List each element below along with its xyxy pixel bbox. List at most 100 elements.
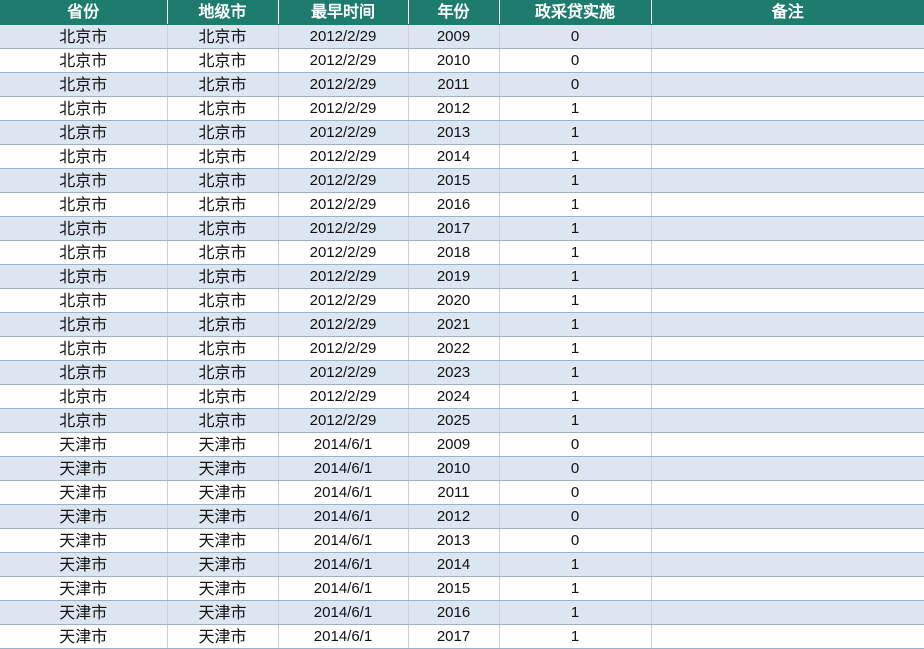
column-header-implementation[interactable]: 政采贷实施 — [499, 0, 652, 25]
cell-notes[interactable] — [651, 72, 924, 97]
cell-notes[interactable] — [651, 168, 924, 193]
cell-year[interactable]: 2015 — [408, 576, 500, 601]
cell-implementation[interactable]: 1 — [499, 96, 652, 121]
cell-implementation[interactable]: 1 — [499, 120, 652, 145]
cell-earliest-time[interactable]: 2014/6/1 — [278, 600, 409, 625]
cell-city[interactable]: 天津市 — [167, 600, 279, 625]
cell-implementation[interactable]: 1 — [499, 624, 652, 649]
cell-earliest-time[interactable]: 2012/2/29 — [278, 288, 409, 313]
cell-implementation[interactable]: 1 — [499, 576, 652, 601]
cell-year[interactable]: 2011 — [408, 72, 500, 97]
cell-province[interactable]: 天津市 — [0, 552, 168, 577]
cell-earliest-time[interactable]: 2012/2/29 — [278, 96, 409, 121]
cell-province[interactable]: 北京市 — [0, 144, 168, 169]
cell-province[interactable]: 天津市 — [0, 504, 168, 529]
cell-year[interactable]: 2016 — [408, 600, 500, 625]
cell-notes[interactable] — [651, 504, 924, 529]
cell-implementation[interactable]: 0 — [499, 528, 652, 553]
cell-province[interactable]: 北京市 — [0, 168, 168, 193]
cell-city[interactable]: 天津市 — [167, 552, 279, 577]
cell-city[interactable]: 北京市 — [167, 312, 279, 337]
cell-implementation[interactable]: 0 — [499, 48, 652, 73]
cell-city[interactable]: 北京市 — [167, 408, 279, 433]
cell-implementation[interactable]: 1 — [499, 288, 652, 313]
cell-earliest-time[interactable]: 2012/2/29 — [278, 120, 409, 145]
cell-implementation[interactable]: 0 — [499, 480, 652, 505]
cell-city[interactable]: 天津市 — [167, 576, 279, 601]
cell-city[interactable]: 天津市 — [167, 480, 279, 505]
cell-implementation[interactable]: 1 — [499, 552, 652, 577]
cell-earliest-time[interactable]: 2014/6/1 — [278, 576, 409, 601]
cell-year[interactable]: 2017 — [408, 624, 500, 649]
cell-year[interactable]: 2009 — [408, 24, 500, 49]
cell-earliest-time[interactable]: 2012/2/29 — [278, 408, 409, 433]
cell-province[interactable]: 天津市 — [0, 600, 168, 625]
cell-earliest-time[interactable]: 2014/6/1 — [278, 504, 409, 529]
cell-city[interactable]: 北京市 — [167, 384, 279, 409]
cell-city[interactable]: 天津市 — [167, 504, 279, 529]
cell-notes[interactable] — [651, 48, 924, 73]
cell-province[interactable]: 天津市 — [0, 432, 168, 457]
cell-notes[interactable] — [651, 216, 924, 241]
cell-implementation[interactable]: 1 — [499, 216, 652, 241]
cell-earliest-time[interactable]: 2012/2/29 — [278, 144, 409, 169]
cell-earliest-time[interactable]: 2012/2/29 — [278, 312, 409, 337]
cell-year[interactable]: 2019 — [408, 264, 500, 289]
cell-city[interactable]: 北京市 — [167, 288, 279, 313]
cell-city[interactable]: 北京市 — [167, 216, 279, 241]
cell-year[interactable]: 2022 — [408, 336, 500, 361]
cell-city[interactable]: 北京市 — [167, 336, 279, 361]
cell-earliest-time[interactable]: 2012/2/29 — [278, 336, 409, 361]
cell-earliest-time[interactable]: 2014/6/1 — [278, 456, 409, 481]
cell-year[interactable]: 2017 — [408, 216, 500, 241]
cell-year[interactable]: 2010 — [408, 48, 500, 73]
cell-earliest-time[interactable]: 2014/6/1 — [278, 552, 409, 577]
cell-year[interactable]: 2009 — [408, 432, 500, 457]
cell-year[interactable]: 2015 — [408, 168, 500, 193]
cell-province[interactable]: 北京市 — [0, 264, 168, 289]
cell-province[interactable]: 北京市 — [0, 24, 168, 49]
cell-notes[interactable] — [651, 600, 924, 625]
cell-province[interactable]: 天津市 — [0, 624, 168, 649]
cell-notes[interactable] — [651, 312, 924, 337]
cell-notes[interactable] — [651, 24, 924, 49]
column-header-city[interactable]: 地级市 — [167, 0, 279, 25]
cell-notes[interactable] — [651, 336, 924, 361]
cell-earliest-time[interactable]: 2012/2/29 — [278, 192, 409, 217]
cell-notes[interactable] — [651, 264, 924, 289]
cell-province[interactable]: 北京市 — [0, 288, 168, 313]
cell-year[interactable]: 2018 — [408, 240, 500, 265]
cell-year[interactable]: 2023 — [408, 360, 500, 385]
cell-province[interactable]: 天津市 — [0, 480, 168, 505]
cell-city[interactable]: 北京市 — [167, 168, 279, 193]
cell-province[interactable]: 天津市 — [0, 576, 168, 601]
cell-earliest-time[interactable]: 2014/6/1 — [278, 528, 409, 553]
cell-earliest-time[interactable]: 2012/2/29 — [278, 72, 409, 97]
cell-province[interactable]: 北京市 — [0, 312, 168, 337]
cell-implementation[interactable]: 1 — [499, 192, 652, 217]
cell-year[interactable]: 2012 — [408, 504, 500, 529]
cell-city[interactable]: 北京市 — [167, 144, 279, 169]
cell-city[interactable]: 天津市 — [167, 432, 279, 457]
column-header-earliest-time[interactable]: 最早时间 — [278, 0, 409, 25]
cell-earliest-time[interactable]: 2012/2/29 — [278, 24, 409, 49]
cell-earliest-time[interactable]: 2012/2/29 — [278, 384, 409, 409]
cell-notes[interactable] — [651, 576, 924, 601]
cell-year[interactable]: 2016 — [408, 192, 500, 217]
cell-notes[interactable] — [651, 288, 924, 313]
cell-city[interactable]: 北京市 — [167, 96, 279, 121]
cell-implementation[interactable]: 1 — [499, 600, 652, 625]
cell-province[interactable]: 北京市 — [0, 240, 168, 265]
cell-year[interactable]: 2014 — [408, 552, 500, 577]
cell-implementation[interactable]: 1 — [499, 360, 652, 385]
cell-year[interactable]: 2010 — [408, 456, 500, 481]
cell-city[interactable]: 北京市 — [167, 360, 279, 385]
cell-notes[interactable] — [651, 240, 924, 265]
cell-implementation[interactable]: 1 — [499, 408, 652, 433]
cell-city[interactable]: 北京市 — [167, 192, 279, 217]
cell-earliest-time[interactable]: 2014/6/1 — [278, 624, 409, 649]
cell-province[interactable]: 北京市 — [0, 96, 168, 121]
cell-earliest-time[interactable]: 2012/2/29 — [278, 48, 409, 73]
cell-implementation[interactable]: 1 — [499, 264, 652, 289]
cell-province[interactable]: 北京市 — [0, 216, 168, 241]
